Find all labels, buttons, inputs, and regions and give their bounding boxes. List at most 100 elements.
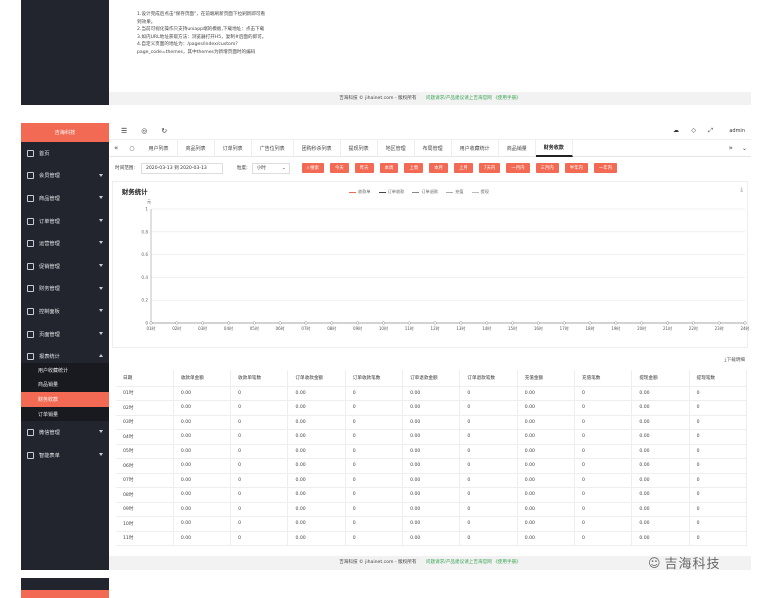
table-row: 02时 0.00 0 0.00 0 0.00 0 0.00 0 0.00 0 xyxy=(116,400,747,416)
tab[interactable]: 提现列表 xyxy=(341,139,378,157)
wechat-icon: ☺ xyxy=(648,555,661,570)
tab[interactable]: 地区管理 xyxy=(378,139,415,157)
user-menu[interactable]: admin xyxy=(729,128,745,134)
menu-toggle-icon[interactable]: ☰ xyxy=(121,127,127,135)
chart-download-icon[interactable]: ⤓ xyxy=(740,186,743,194)
quick-range-button[interactable]: 三月内 xyxy=(535,163,559,173)
table-cell: 0 xyxy=(459,516,518,532)
date-range-input[interactable]: 2020-03-13 到 2020-03-13 xyxy=(140,162,223,174)
x-tick-label: 10时 xyxy=(379,325,388,331)
tab[interactable]: 布局管理 xyxy=(415,139,452,157)
sidebar-item-9[interactable]: 报表统计 xyxy=(21,345,109,368)
table-cell: 0.00 xyxy=(402,415,461,430)
x-tick-label: 05时 xyxy=(250,325,259,331)
bottom-brand xyxy=(21,590,109,598)
tab[interactable]: 广告位列表 xyxy=(252,139,294,157)
table-cell: 0.00 xyxy=(173,531,232,546)
tab-home-icon[interactable]: ○ xyxy=(123,145,140,152)
table-cell: 0 xyxy=(574,473,633,488)
tab[interactable]: 商品销量 xyxy=(499,139,536,157)
quick-range-button[interactable]: 一月内 xyxy=(506,163,530,173)
footer-links[interactable]: 问题请求/产品建议请上吉海官网 《使用手册》 xyxy=(426,560,521,565)
table-cell: 0 xyxy=(459,415,518,430)
footer-links[interactable]: 问题请求/产品建议请上吉海官网 《使用手册》 xyxy=(426,96,521,101)
sidebar-sub-item[interactable]: 订单销量 xyxy=(21,406,109,422)
globe-icon[interactable]: ◎ xyxy=(141,127,147,135)
quick-range-button[interactable]: 半年内 xyxy=(564,163,588,173)
tab[interactable]: 用户列表 xyxy=(141,139,178,157)
column-header: 充值金额 xyxy=(517,370,576,387)
sidebar-sub-item[interactable]: 商品销量 xyxy=(21,377,109,393)
data-point xyxy=(511,321,515,325)
table-cell: 0 xyxy=(689,531,747,546)
table-cell: 02时 xyxy=(116,400,174,416)
tab[interactable]: 财务收款 xyxy=(535,139,573,157)
sidebar-item-2[interactable]: 商品管理 xyxy=(21,187,109,210)
table-cell: 0 xyxy=(230,487,289,503)
table-cell: 0 xyxy=(689,473,747,488)
table-cell: 05时 xyxy=(116,444,174,459)
tab[interactable]: 团购秒杀列表 xyxy=(294,139,341,157)
table-cell: 0.00 xyxy=(402,487,461,503)
refresh-icon[interactable]: ↻ xyxy=(161,127,167,135)
data-point xyxy=(356,321,360,325)
skin-icon[interactable]: ☁ xyxy=(673,127,679,134)
quick-range-button[interactable]: 昨天 xyxy=(354,163,374,173)
bottom-sidebar-edge xyxy=(21,578,109,590)
sidebar-item-8[interactable]: 页面管理 xyxy=(21,323,109,346)
legend-item[interactable]: 收款单 xyxy=(349,189,371,195)
sidebar-item-1[interactable]: 会员管理 xyxy=(21,165,109,188)
quick-range-button[interactable]: 上周 xyxy=(404,163,424,173)
sidebar-item-after-0[interactable]: 微信管理 xyxy=(21,421,109,444)
table-row: 04时 0.00 0 0.00 0 0.00 0 0.00 0 0.00 0 xyxy=(116,429,747,445)
sidebar-item-4[interactable]: 运营管理 xyxy=(21,232,109,255)
search-button[interactable]: ⌕ 搜索 xyxy=(301,163,324,173)
tabs-next-icon[interactable]: » xyxy=(724,144,738,152)
table-cell: 0.00 xyxy=(287,516,346,532)
table-cell: 0 xyxy=(574,531,633,546)
legend-item[interactable]: 订单退款 xyxy=(412,189,438,195)
table-cell: 0 xyxy=(689,386,747,401)
sidebar-item-after-1[interactable]: 智能表单 xyxy=(21,444,109,467)
column-header: 提现金额 xyxy=(631,370,690,387)
sidebar-item-6[interactable]: 财务管理 xyxy=(21,278,109,301)
sidebar-sub-item[interactable]: 财务收款 xyxy=(21,392,109,407)
tab[interactable]: 订单列表 xyxy=(215,139,252,157)
sidebar-item-3[interactable]: 订单管理 xyxy=(21,210,109,233)
table-cell: 0 xyxy=(345,531,404,546)
tabs-prev-icon[interactable]: « xyxy=(109,144,123,152)
table-cell: 0.00 xyxy=(287,531,346,546)
table-cell: 0.00 xyxy=(173,502,232,517)
tag-icon[interactable]: ◇ xyxy=(691,127,696,134)
tab[interactable]: 用户收藏统计 xyxy=(452,139,499,157)
x-tick-label: 20时 xyxy=(637,325,646,331)
table-cell: 0 xyxy=(345,415,404,430)
x-tick-label: 01时 xyxy=(146,325,155,331)
quick-range-button[interactable]: 一年内 xyxy=(593,163,618,173)
data-point xyxy=(614,321,618,325)
sidebar-item-5[interactable]: 促销管理 xyxy=(21,255,109,278)
legend-item[interactable]: 充值 xyxy=(446,189,464,195)
quick-range-button[interactable]: 本月 xyxy=(429,163,448,173)
data-point xyxy=(149,321,153,325)
quick-range-button[interactable]: 本周 xyxy=(379,163,399,173)
table-cell: 0.00 xyxy=(173,386,232,401)
tab[interactable]: 商品列表 xyxy=(178,139,215,157)
table-cell: 0 xyxy=(230,415,289,430)
data-point xyxy=(175,321,179,325)
legend-item[interactable]: 提现 xyxy=(471,189,489,195)
quick-range-button[interactable]: 上月 xyxy=(453,163,473,173)
quick-range-button[interactable]: 7天内 xyxy=(478,163,501,173)
fullscreen-icon[interactable]: ⤢ xyxy=(708,127,713,135)
download-detail[interactable]: ⤓下载明细 xyxy=(724,357,745,363)
wechat-icon xyxy=(27,429,34,437)
sidebar-item-7[interactable]: 控制面板 xyxy=(21,300,109,323)
granularity-select[interactable]: 小时 ⌄ xyxy=(251,162,290,174)
chevron-down-icon xyxy=(99,241,103,245)
tabs-more-icon[interactable]: ⌄ xyxy=(738,145,751,152)
quick-range-button[interactable]: 今天 xyxy=(329,163,349,173)
legend-item[interactable]: 订单收款 xyxy=(378,189,404,195)
data-point xyxy=(717,321,721,325)
sidebar-item-0[interactable]: 首页 xyxy=(21,142,109,165)
note-1: 1.设计完成后点击"保存页面"，在前端刷新页面下拉刷新即可看到效果。 xyxy=(137,12,266,25)
